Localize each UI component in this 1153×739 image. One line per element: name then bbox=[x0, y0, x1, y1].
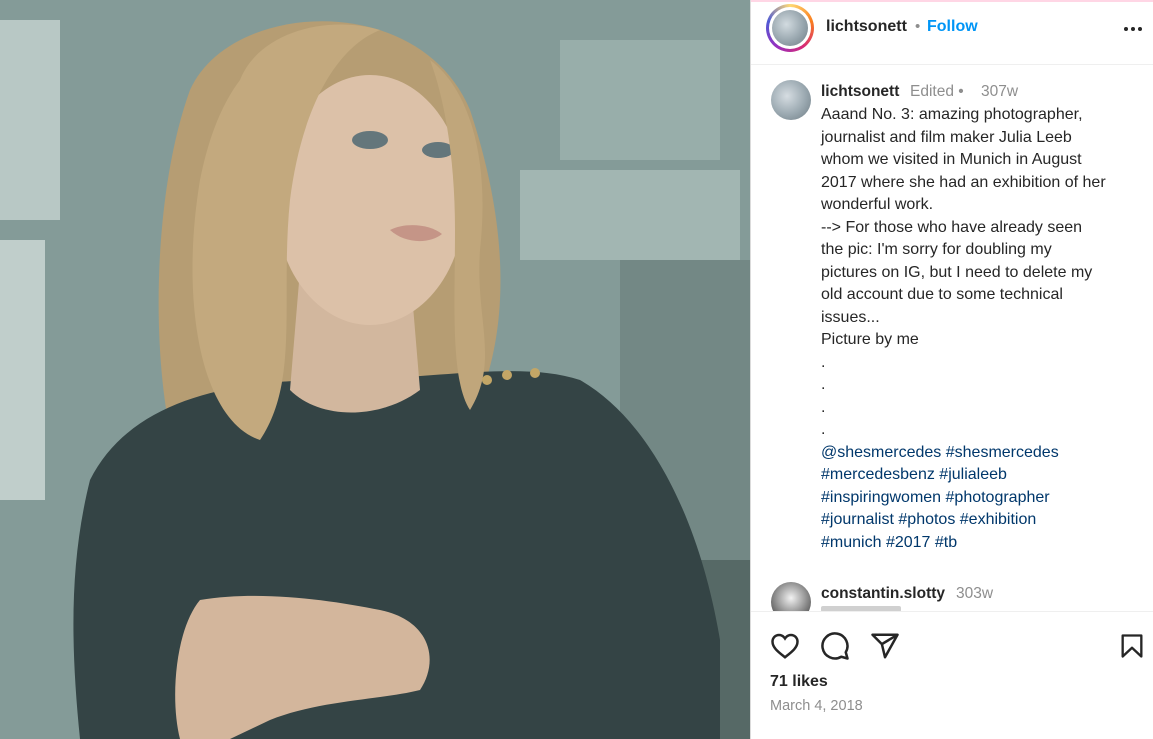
post-date[interactable]: March 4, 2018 bbox=[770, 698, 863, 714]
caption-timestamp[interactable]: 307w bbox=[981, 83, 1018, 101]
caption-line: Picture by me bbox=[821, 331, 919, 348]
hashtag-line: #munich #2017 #tb bbox=[821, 532, 1143, 555]
hashtag-link[interactable]: #photographer bbox=[946, 489, 1050, 506]
share-icon[interactable] bbox=[870, 631, 900, 661]
caption-avatar[interactable] bbox=[771, 80, 811, 120]
hashtag-link[interactable]: #tb bbox=[935, 534, 957, 551]
avatar-frame bbox=[769, 7, 811, 49]
hashtag-link[interactable]: #photos bbox=[898, 511, 955, 528]
caption-line: . bbox=[821, 398, 826, 416]
follow-button[interactable]: Follow bbox=[927, 18, 978, 36]
hashtag-link[interactable]: #munich bbox=[821, 534, 881, 551]
header-username[interactable]: lichtsonett bbox=[826, 18, 907, 36]
heart-icon[interactable] bbox=[770, 631, 800, 661]
hashtag-link[interactable]: #julialeeb bbox=[939, 466, 1007, 483]
post-photo[interactable] bbox=[0, 0, 750, 739]
hashtag-line: #journalist #photos #exhibition bbox=[821, 509, 1143, 532]
commenter-avatar[interactable] bbox=[771, 582, 811, 611]
hashtag-link[interactable]: #inspiringwomen bbox=[821, 489, 941, 506]
comments-section[interactable]: lichtsonett Edited • 307w Aaand No. 3: a… bbox=[751, 65, 1153, 611]
caption-line: pictures on IG, but I need to delete my bbox=[821, 263, 1093, 281]
caption-line: . bbox=[821, 421, 826, 438]
caption-line: . bbox=[821, 353, 826, 371]
mention-link[interactable]: @shesmercedes bbox=[821, 444, 941, 461]
comment-icon[interactable] bbox=[820, 631, 850, 661]
portrait-image bbox=[0, 0, 750, 739]
caption-line: wonderful work. bbox=[821, 196, 934, 213]
caption-username[interactable]: lichtsonett bbox=[821, 83, 899, 101]
hashtag-link[interactable]: #mercedesbenz bbox=[821, 466, 935, 483]
caption-line: old account due to some technical bbox=[821, 286, 1063, 303]
commenter-username[interactable]: constantin.slotty bbox=[821, 585, 945, 603]
caption-line: journalist and film maker Julia Leeb bbox=[821, 128, 1072, 146]
header-separator: • bbox=[915, 18, 921, 35]
comment-timestamp[interactable]: 303w bbox=[956, 585, 993, 603]
caption-line: issues... bbox=[821, 308, 880, 326]
avatar[interactable] bbox=[772, 10, 808, 46]
caption-line: . bbox=[821, 376, 826, 393]
caption-line: Aaand No. 3: amazing photographer, bbox=[821, 106, 1083, 123]
caption-line: 2017 where she had an exhibition of her bbox=[821, 173, 1106, 191]
story-ring[interactable] bbox=[766, 4, 814, 52]
edited-label: Edited • bbox=[910, 83, 964, 100]
hashtag-link[interactable]: #2017 bbox=[886, 534, 931, 551]
hashtag-line: #inspiringwomen #photographer bbox=[821, 487, 1143, 510]
hashtag-link[interactable]: #journalist bbox=[821, 511, 894, 528]
more-options-icon[interactable] bbox=[1121, 17, 1145, 41]
post-header: lichtsonett • Follow bbox=[751, 0, 1153, 65]
instagram-post: lichtsonett • Follow lichtsonett Edited … bbox=[0, 0, 1153, 739]
caption-line: the pic: I'm sorry for doubling my bbox=[821, 241, 1052, 258]
caption-line: whom we visited in Munich in August bbox=[821, 151, 1082, 168]
hashtag-line: #mercedesbenz #julialeeb bbox=[821, 464, 1143, 487]
hashtag-link[interactable]: #shesmercedes bbox=[946, 444, 1059, 461]
bookmark-icon[interactable] bbox=[1118, 631, 1146, 661]
likes-count[interactable]: 71 likes bbox=[770, 673, 828, 691]
post-sidebar: lichtsonett • Follow lichtsonett Edited … bbox=[750, 0, 1153, 739]
action-bar: 71 likes March 4, 2018 bbox=[751, 611, 1153, 739]
hashtag-link[interactable]: #exhibition bbox=[960, 511, 1037, 528]
hashtag-line: @shesmercedes #shesmercedes bbox=[821, 442, 1143, 465]
caption-text: Aaand No. 3: amazing photographer, journ… bbox=[821, 104, 1143, 554]
caption-line: --> For those who have already seen bbox=[821, 218, 1083, 236]
